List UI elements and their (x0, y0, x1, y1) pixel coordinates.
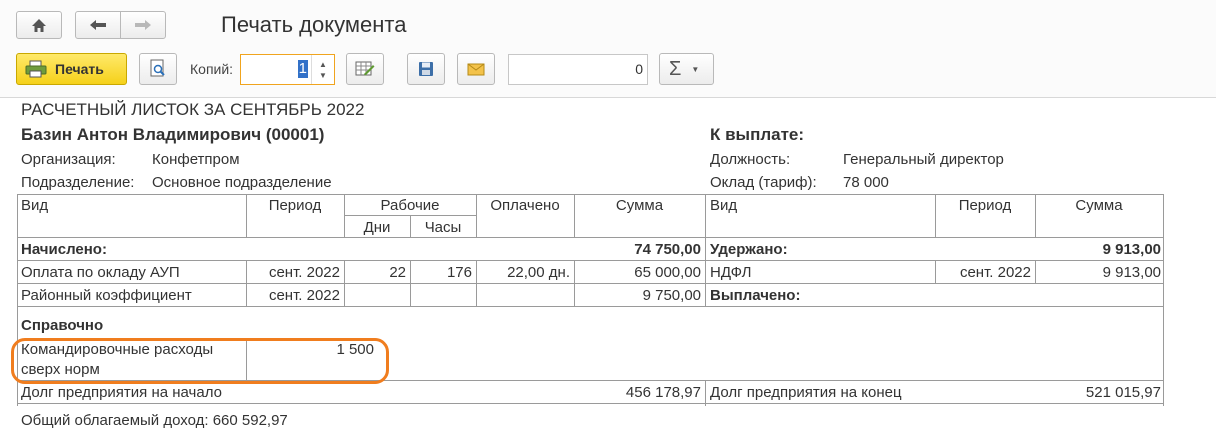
header-working: Рабочие (380, 197, 440, 214)
salary-value: 78 000 (843, 174, 889, 191)
withheld-label: Удержано: (710, 241, 788, 258)
printer-icon (25, 60, 47, 78)
row-period: сент. 2022 (268, 264, 340, 281)
table-top-line (17, 194, 1163, 195)
copies-value: 1 (297, 60, 308, 78)
sum-menu-button[interactable]: Σ ▼ (659, 53, 714, 85)
copies-input[interactable]: 1 ▲ ▼ (240, 54, 335, 85)
employee-name: Базин Антон Владимирович (00001) (21, 125, 325, 144)
header-kind: Вид (21, 197, 49, 214)
dept-value: Основное подразделение (152, 174, 332, 191)
row-days: 22 (389, 264, 406, 281)
dropdown-arrow-icon: ▼ (691, 64, 700, 74)
home-icon (32, 18, 46, 32)
col-line (705, 380, 706, 406)
header-kind-withheld: Вид (710, 197, 738, 214)
accrued-total: 74 750,00 (634, 241, 701, 258)
stepper-up-icon[interactable]: ▲ (319, 59, 327, 70)
withheld-row-kind: НДФЛ (710, 264, 752, 281)
toolbar: Печать документа Печать Копий: 1 ▲ ▼ 0 Σ… (0, 0, 1216, 98)
debt-start-label: Долг предприятия на начало (21, 384, 222, 401)
row-line (17, 306, 1163, 307)
stepper-down-icon[interactable]: ▼ (319, 70, 327, 81)
withheld-row-sum: 9 913,00 (1102, 264, 1161, 281)
row-line (17, 283, 1163, 284)
sigma-icon: Σ (669, 57, 682, 80)
preview-icon (150, 59, 165, 77)
forward-button[interactable] (120, 11, 166, 39)
save-icon (419, 62, 433, 76)
position-value: Генеральный директор (843, 151, 1004, 168)
payslip-document: РАСЧЕТНЫЙ ЛИСТОК ЗА СЕНТЯБРЬ 2022 Базин … (0, 97, 1216, 441)
preview-button[interactable] (139, 53, 177, 85)
copies-stepper[interactable]: ▲ ▼ (311, 55, 334, 84)
header-days: Дни (363, 219, 391, 236)
back-arrow-icon (90, 20, 106, 30)
table-settings-button[interactable] (346, 53, 384, 85)
org-value: Конфетпром (152, 151, 240, 168)
row-sum: 9 750,00 (642, 287, 701, 304)
position-label: Должность: (710, 151, 791, 168)
taxable-income: Общий облагаемый доход: 660 592,97 (21, 412, 288, 429)
reference-label: Справочно (21, 317, 104, 334)
back-button[interactable] (75, 11, 121, 39)
col-line (1163, 194, 1164, 406)
row-hours: 176 (446, 264, 472, 281)
withheld-row-period: сент. 2022 (959, 264, 1031, 281)
sum-field: 0 (508, 54, 648, 85)
withheld-total: 9 913,00 (1102, 241, 1161, 258)
home-button[interactable] (16, 11, 62, 39)
row-period: сент. 2022 (268, 287, 340, 304)
highlight-oval (11, 338, 389, 384)
row-sum: 65 000,00 (634, 264, 701, 281)
row-line (17, 403, 1163, 404)
header-sum-withheld: Сумма (1075, 197, 1123, 214)
to-pay-label: К выплате: (710, 125, 805, 144)
table-settings-icon (355, 61, 375, 76)
copies-label: Копий: (190, 61, 234, 77)
row-kind: Районный коэффициент (21, 287, 192, 304)
header-period: Период (268, 197, 322, 214)
paid-out-label: Выплачено: (710, 287, 801, 304)
header-hours: Часы (424, 219, 462, 236)
save-button[interactable] (407, 53, 445, 85)
debt-end-value: 521 015,97 (1085, 384, 1161, 401)
mail-icon (467, 63, 485, 75)
dept-label: Подразделение: (21, 174, 135, 191)
debt-end-label: Долг предприятия на конец (710, 384, 902, 401)
debt-start-value: 456 178,97 (625, 384, 701, 401)
send-email-button[interactable] (457, 53, 495, 85)
header-period-withheld: Период (958, 197, 1012, 214)
forward-arrow-icon (135, 20, 151, 30)
row-paid: 22,00 дн. (507, 264, 570, 281)
row-line (17, 260, 1163, 261)
row-kind: Оплата по окладу АУП (21, 264, 180, 281)
print-button[interactable]: Печать (16, 53, 127, 85)
org-label: Организация: (21, 151, 116, 168)
payslip-title: РАСЧЕТНЫЙ ЛИСТОК ЗА СЕНТЯБРЬ 2022 (21, 100, 365, 119)
header-sum: Сумма (615, 197, 664, 214)
header-bottom-line (17, 237, 1163, 238)
col-line (705, 194, 706, 306)
accrued-label: Начислено: (21, 241, 107, 258)
print-label: Печать (55, 61, 104, 77)
salary-label: Оклад (тариф): (710, 174, 817, 191)
header-paid: Оплачено (490, 197, 560, 214)
window-title: Печать документа (221, 12, 407, 37)
